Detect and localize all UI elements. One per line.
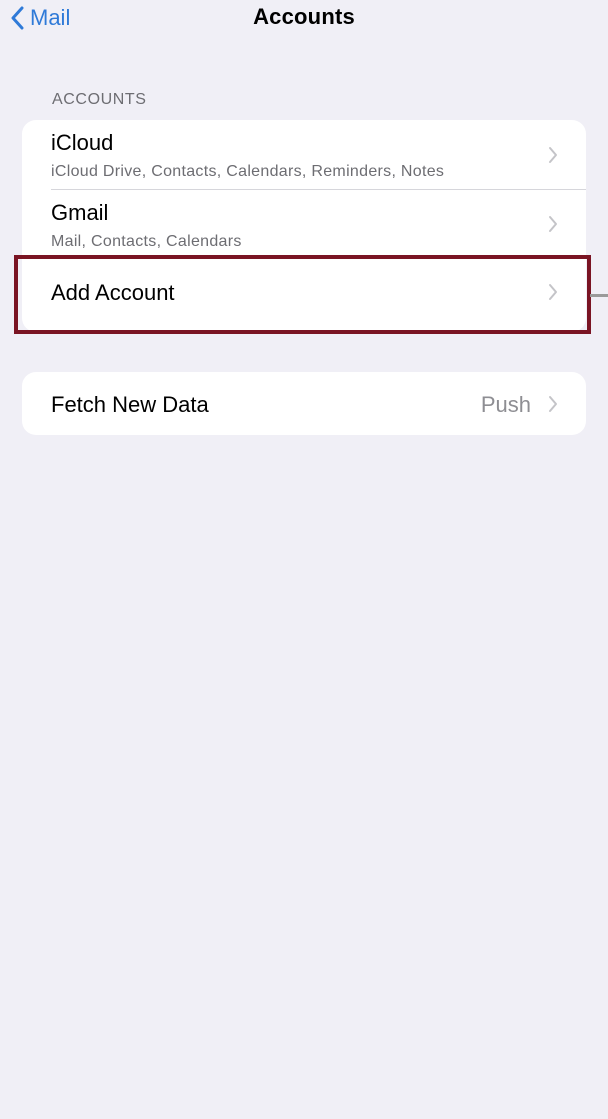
fetch-settings-list: Fetch New Data Push bbox=[22, 372, 586, 435]
account-subtitle: Mail, Contacts, Calendars bbox=[51, 233, 242, 250]
section-header-accounts: ACCOUNTS bbox=[52, 91, 147, 108]
account-subtitle: iCloud Drive, Contacts, Calendars, Remin… bbox=[51, 163, 445, 180]
fetch-new-data-label: Fetch New Data bbox=[51, 392, 209, 417]
account-title: Gmail bbox=[51, 200, 109, 225]
account-title: iCloud bbox=[51, 130, 114, 155]
account-row-icloud[interactable]: iCloud iCloud Drive, Contacts, Calendars… bbox=[22, 120, 586, 189]
navigation-bar: Mail Accounts bbox=[0, 0, 608, 40]
account-row-gmail[interactable]: Gmail Mail, Contacts, Calendars bbox=[22, 190, 586, 257]
highlight-pointer bbox=[590, 294, 608, 297]
chevron-right-icon bbox=[549, 216, 557, 232]
chevron-right-icon bbox=[549, 284, 557, 300]
fetch-new-data-row[interactable]: Fetch New Data Push bbox=[22, 372, 586, 435]
accounts-list: iCloud iCloud Drive, Contacts, Calendars… bbox=[22, 120, 586, 332]
add-account-label: Add Account bbox=[51, 280, 175, 305]
fetch-value: Push bbox=[480, 392, 531, 417]
chevron-right-icon bbox=[549, 147, 557, 163]
page-title: Accounts bbox=[253, 4, 355, 29]
chevron-right-icon bbox=[549, 396, 557, 412]
add-account-button[interactable]: Add Account bbox=[22, 257, 586, 332]
